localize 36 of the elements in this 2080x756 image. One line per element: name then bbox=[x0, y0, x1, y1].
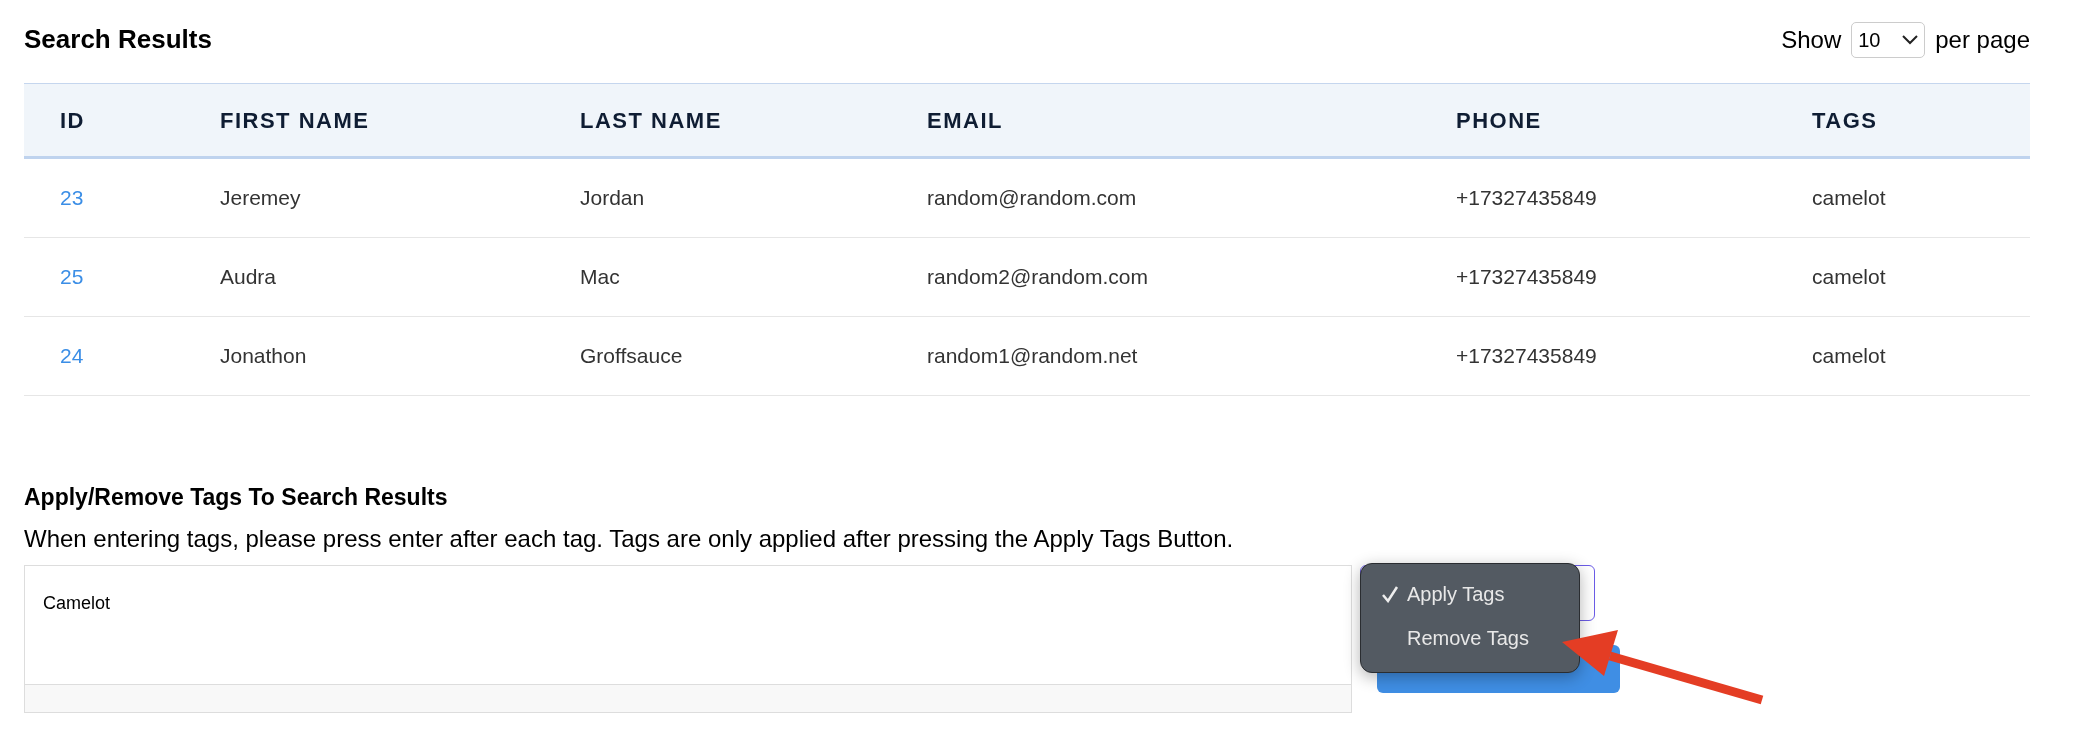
table-cell: Jonathon bbox=[220, 344, 307, 368]
menu-item[interactable]: Apply Tags bbox=[1361, 571, 1579, 616]
page-size-select[interactable]: 10 bbox=[1851, 21, 1926, 58]
table-cell: random@random.com bbox=[927, 186, 1137, 210]
table-cell: random1@random.net bbox=[927, 344, 1138, 368]
record-id-link[interactable]: 23 bbox=[60, 186, 84, 210]
table-cell: camelot bbox=[1812, 186, 1886, 210]
table-cell: +17327435849 bbox=[1456, 265, 1597, 289]
table-cell: +17327435849 bbox=[1456, 186, 1597, 210]
table-cell: Groffsauce bbox=[580, 344, 683, 368]
record-id-link[interactable]: 24 bbox=[60, 344, 84, 368]
tag-text: Camelot bbox=[43, 592, 111, 613]
check-icon bbox=[1381, 584, 1399, 603]
section-heading: Apply/Remove Tags To Search Results bbox=[24, 483, 449, 512]
column-header: TAGS bbox=[1812, 107, 1878, 133]
table-cell: +17327435849 bbox=[1456, 344, 1597, 368]
chevron-down-icon bbox=[1902, 34, 1919, 45]
menu-item[interactable]: Remove Tags bbox=[1361, 615, 1579, 660]
column-header: EMAIL bbox=[927, 107, 1003, 133]
table-cell: camelot bbox=[1812, 265, 1886, 289]
table-cell: Mac bbox=[580, 265, 620, 289]
column-header: LAST NAME bbox=[580, 107, 722, 133]
show-label: Show bbox=[1781, 24, 1842, 55]
column-header: ID bbox=[60, 107, 85, 133]
per-page-label: per page bbox=[1935, 24, 2030, 55]
table-cell: Jeremey bbox=[220, 186, 301, 210]
table-cell: Audra bbox=[220, 265, 277, 289]
instructions-text: When entering tags, please press enter after each tag. Tags are only applied after pressing the Apply Tags Button. bbox=[24, 523, 1235, 554]
column-header: FIRST NAME bbox=[220, 107, 370, 133]
column-header: PHONE bbox=[1456, 107, 1542, 133]
tags-input[interactable]: Camelot bbox=[24, 564, 1352, 713]
page-title: Search Results bbox=[24, 23, 212, 56]
table-cell: random2@random.com bbox=[927, 265, 1148, 289]
record-id-link[interactable]: 25 bbox=[60, 265, 84, 289]
table-cell: camelot bbox=[1812, 344, 1886, 368]
table-cell: Jordan bbox=[580, 186, 645, 210]
